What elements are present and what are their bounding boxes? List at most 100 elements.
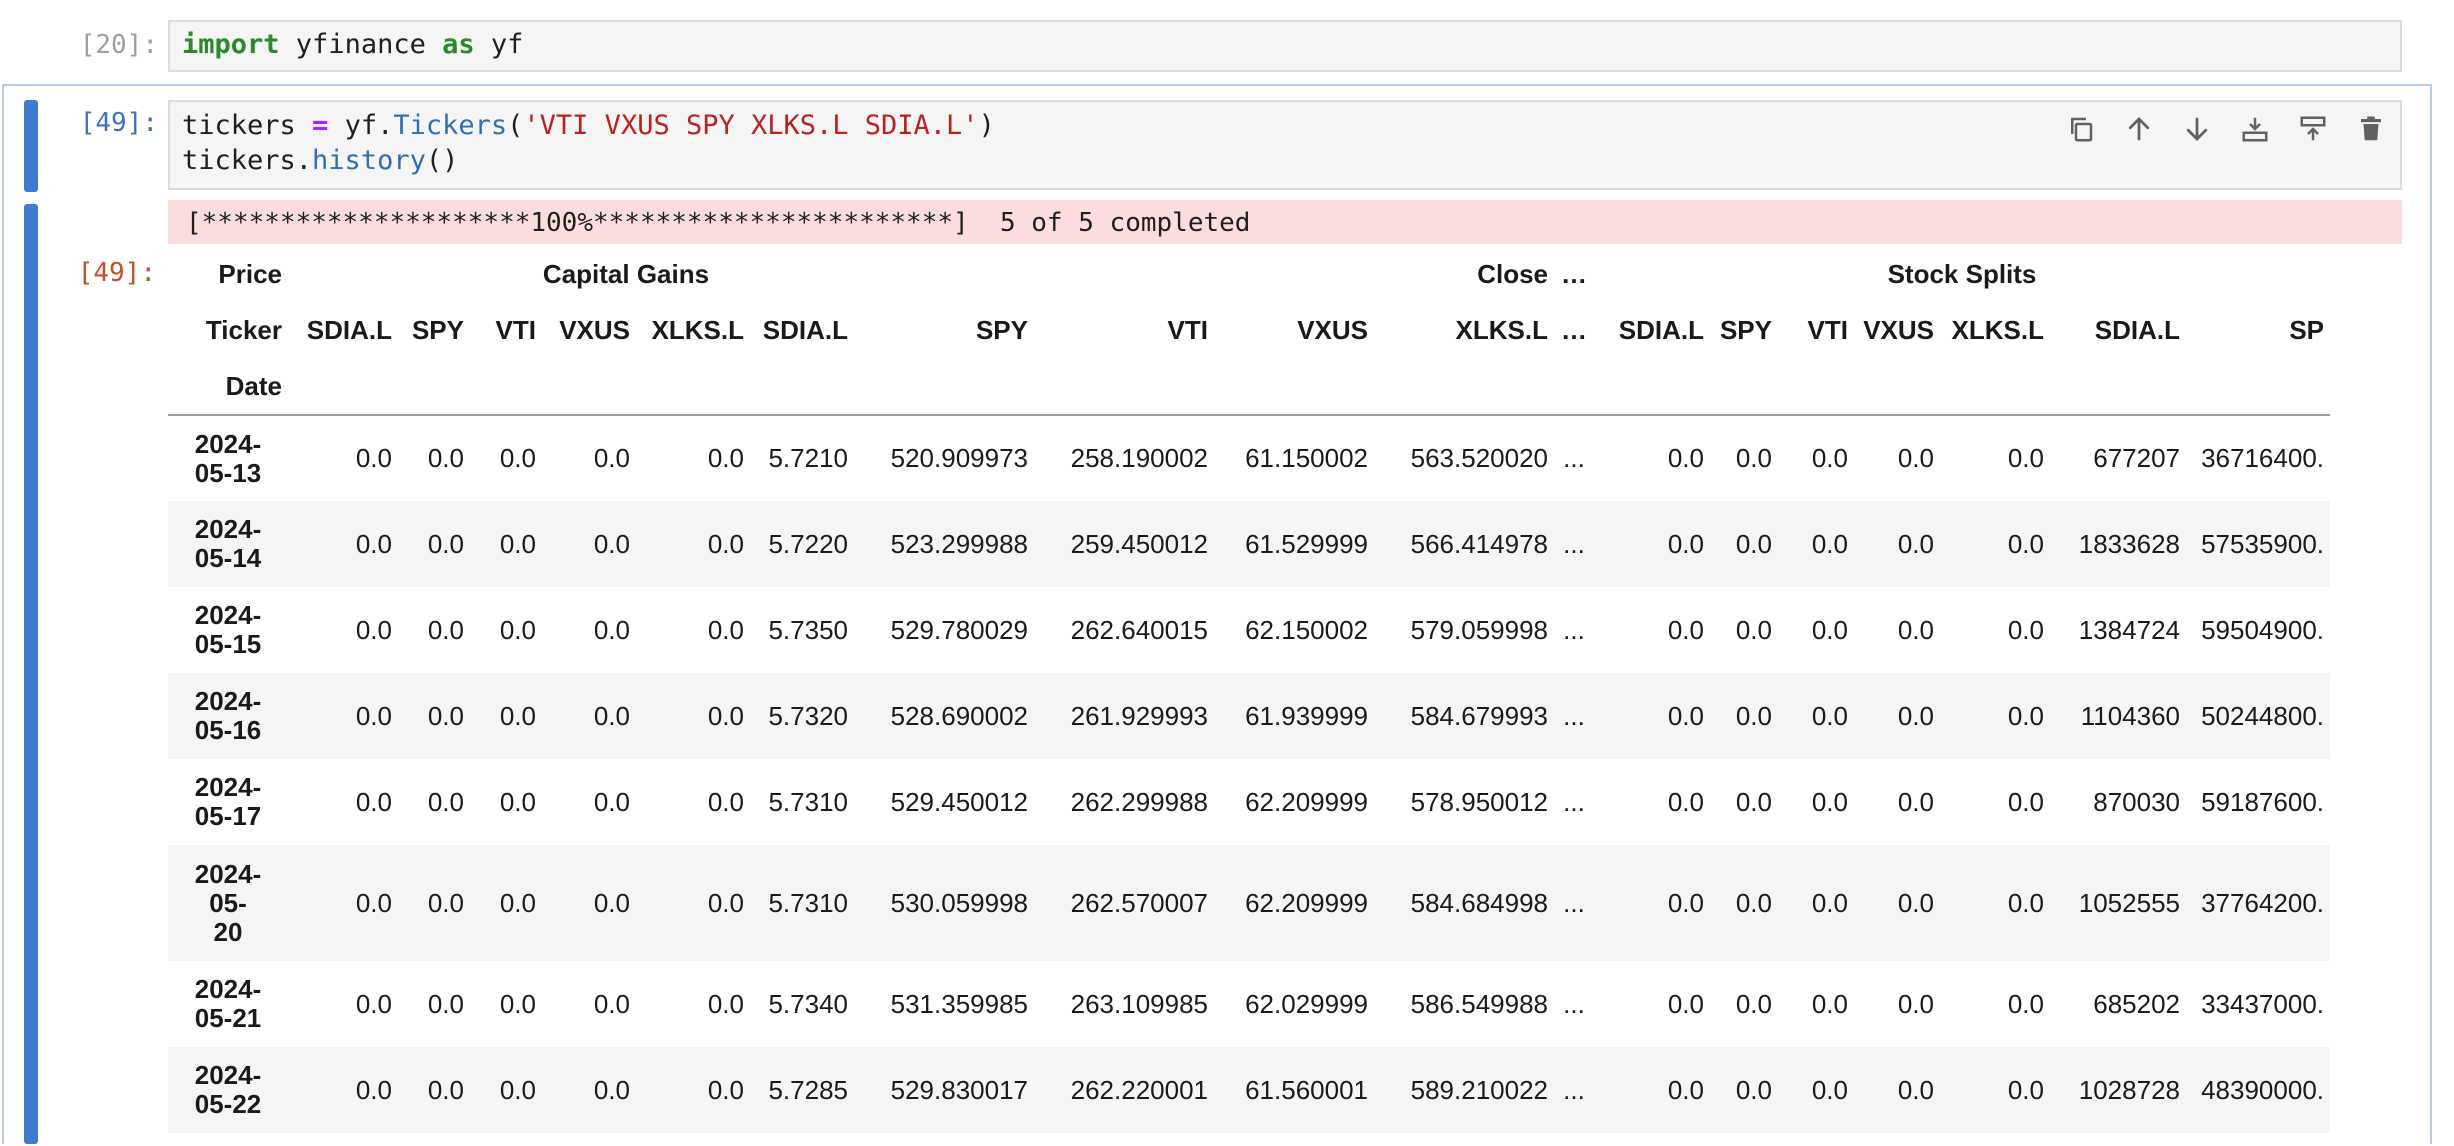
- table-cell: 0.0: [355, 988, 392, 1019]
- table-cell: 685202: [2093, 988, 2180, 1019]
- code-text: (: [507, 110, 524, 141]
- table-cell: 0.0: [707, 528, 744, 559]
- table-cell: 0.0: [1897, 528, 1934, 559]
- table-cell: 0.0: [707, 786, 744, 817]
- table-cell: 5.7310: [768, 786, 848, 817]
- progress-text: [*********************100%**************…: [186, 208, 1251, 238]
- insert-above-icon: [2300, 116, 2326, 141]
- table-cell: 0.0: [355, 786, 392, 817]
- table-cell: ...: [1563, 614, 1585, 645]
- table-cell: 0.0: [427, 1074, 464, 1105]
- table-cell: 1833628: [2078, 528, 2180, 559]
- code-text: yfinance: [279, 29, 443, 60]
- row-index-date: 2024- 05-21: [168, 961, 288, 1047]
- table-cell: 566.414978: [1410, 528, 1548, 559]
- table-cell: 0.0: [593, 887, 630, 918]
- table-cell: 37764200.: [2201, 887, 2324, 918]
- move-down-button[interactable]: [2176, 108, 2218, 150]
- header-cell: SDIA.L: [762, 314, 848, 345]
- insert-below-button[interactable]: [2234, 108, 2276, 150]
- date-part: 05-22: [194, 1089, 262, 1119]
- table-cell: 0.0: [499, 786, 536, 817]
- date-part: 2024-: [194, 1060, 262, 1090]
- table-cell: 0.0: [1811, 528, 1848, 559]
- table-cell: 5.7340: [768, 988, 848, 1019]
- code-input[interactable]: import yfinance as yf: [168, 20, 2402, 72]
- header-cell: XLKS.L: [651, 314, 744, 345]
- table-cell: 36716400.: [2201, 443, 2324, 473]
- table-cell: 529.450012: [890, 786, 1028, 817]
- code-cell-20[interactable]: [20]: import yfinance as yf: [0, 0, 2454, 84]
- table-row: 2024- 05-13 0.0 0.0 0.0 0.0 0.0 5.7210 520.90997…: [168, 415, 2330, 501]
- table-cell: 0.0: [1897, 1074, 1934, 1105]
- stderr-output: [*********************100%**************…: [168, 200, 2402, 244]
- table-cell: 0.0: [499, 887, 536, 918]
- table-cell: 0.0: [593, 1074, 630, 1105]
- header-row-date: Date: [168, 358, 2330, 416]
- date-part: 05-: [209, 887, 247, 918]
- table-cell: 33437000.: [2201, 988, 2324, 1019]
- table-cell: 61.560001: [1245, 1074, 1368, 1105]
- date-part: 2024-: [194, 772, 262, 802]
- table-cell: 870030: [2093, 786, 2180, 817]
- table-cell: 1104360: [2080, 700, 2180, 731]
- table-cell: 584.679993: [1410, 700, 1548, 731]
- table-cell: 0.0: [2007, 786, 2044, 817]
- table-cell: 0.0: [1811, 988, 1848, 1019]
- string-literal: 'VTI VXUS SPY XLKS.L SDIA.L': [523, 110, 979, 141]
- table-cell: 5.7220: [768, 528, 848, 559]
- code-text: tickers: [182, 110, 313, 141]
- header-cell: VTI: [495, 314, 536, 345]
- row-index-date: 2024- 05-14: [168, 501, 288, 587]
- code-text: ): [978, 110, 995, 141]
- table-cell: 0.0: [1667, 443, 1704, 473]
- table-cell: 0.0: [499, 443, 536, 473]
- table-cell: 0.0: [1735, 614, 1772, 645]
- insert-above-button[interactable]: [2292, 108, 2334, 150]
- header-cell: XLKS.L: [1455, 314, 1548, 345]
- table-cell: 0.0: [1897, 786, 1934, 817]
- table-cell: 563.520020: [1410, 443, 1548, 473]
- table-cell: 0.0: [355, 528, 392, 559]
- table-cell: 0.0: [1897, 443, 1934, 473]
- move-up-button[interactable]: [2118, 108, 2160, 150]
- date-part: 05-14: [194, 543, 262, 573]
- header-cell: VXUS: [1297, 314, 1368, 345]
- dataframe-output: Price Capital Gains Close … Stock Splits…: [168, 246, 2402, 1146]
- delete-cell-button[interactable]: [2350, 108, 2392, 150]
- table-cell: 258.190002: [1070, 443, 1208, 473]
- table-cell: 523.299988: [890, 528, 1028, 559]
- header-cell: Close: [1477, 258, 1548, 289]
- table-cell: 0.0: [1667, 700, 1704, 731]
- header-cell: …: [1561, 314, 1587, 345]
- code-line-1: import yfinance as yf: [182, 29, 523, 60]
- table-cell: 0.0: [1897, 887, 1934, 918]
- duplicate-cell-button[interactable]: [2060, 108, 2102, 150]
- table-cell: 0.0: [707, 614, 744, 645]
- table-cell: 0.0: [1667, 887, 1704, 918]
- code-line-2: tickers.history(): [182, 145, 458, 176]
- code-line-1: tickers = yf.Tickers('VTI VXUS SPY XLKS.…: [182, 110, 995, 141]
- table-cell: ...: [1563, 887, 1585, 918]
- header-cell: Stock Splits: [1887, 258, 2037, 289]
- table-cell: 520.909973: [890, 443, 1028, 473]
- header-row-ticker: Ticker SDIA.L SPY VTI VXUS XLKS.L SDIA.L…: [168, 302, 2330, 358]
- row-index-date: 2024- 05- 20: [168, 845, 288, 961]
- table-cell: 0.0: [1811, 443, 1848, 473]
- table-row: 2024- 05- 20 0.0 0.0 0.0 0.0 0.0 5.7310 530.05999…: [168, 845, 2330, 961]
- table-cell: 5.7320: [768, 700, 848, 731]
- row-index-date: 2024- 05-22: [168, 1047, 288, 1133]
- date-part: 05-15: [194, 629, 262, 659]
- table-cell: 0.0: [2007, 614, 2044, 645]
- table-cell: 0.0: [355, 700, 392, 731]
- code-text: tickers.: [182, 145, 313, 176]
- table-cell: 0.0: [1811, 887, 1848, 918]
- code-text: (): [425, 145, 459, 176]
- table-cell: 62.209999: [1245, 786, 1368, 817]
- table-cell: ...: [1563, 786, 1585, 817]
- date-part: 2024-: [194, 600, 262, 630]
- table-cell: 1384724: [2078, 614, 2180, 645]
- table-cell: 0.0: [499, 528, 536, 559]
- table-cell: 0.0: [593, 786, 630, 817]
- table-cell: 0.0: [427, 887, 464, 918]
